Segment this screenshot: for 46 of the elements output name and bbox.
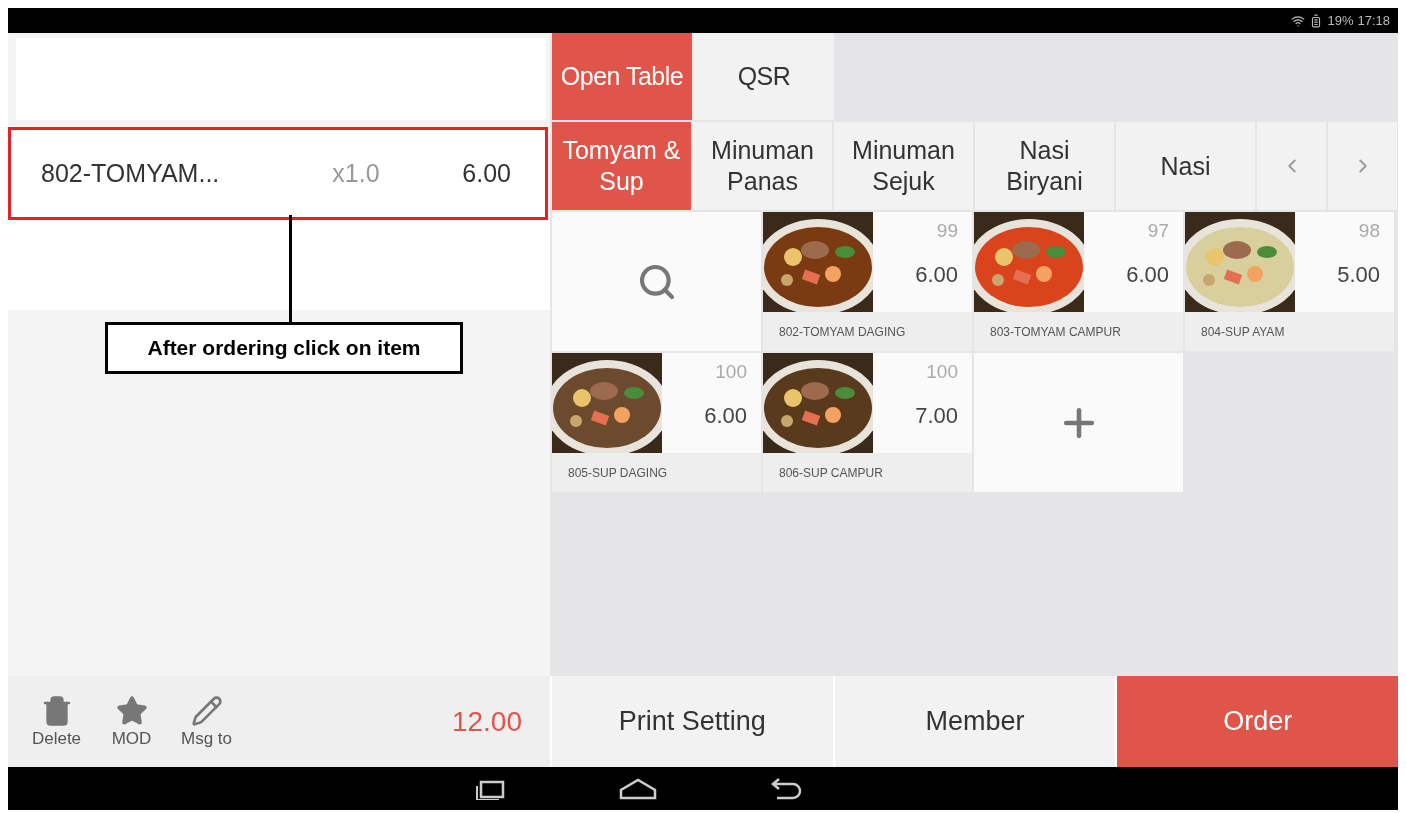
item-name: 802-TOMYAM DAGING: [763, 312, 972, 351]
menu-item-card[interactable]: 100 6.00 805-SUP DAGING: [552, 353, 761, 492]
order-item[interactable]: 802-TOMYAM... x1.0 6.00: [8, 127, 548, 220]
action-button[interactable]: MOD: [103, 694, 160, 749]
stock-count: 97: [1147, 220, 1169, 242]
menu-item-card[interactable]: 100 7.00 806-SUP CAMPUR: [763, 353, 972, 492]
order-total: 12.00: [451, 705, 522, 738]
action-button[interactable]: Order: [1117, 676, 1398, 767]
stock-count: 99: [936, 220, 958, 242]
category-tab[interactable]: Minuman Sejuk: [834, 122, 973, 210]
action-button[interactable]: Delete: [28, 694, 85, 749]
stock-count: 100: [926, 361, 958, 383]
callout-note: After ordering click on item: [105, 322, 463, 374]
action-button[interactable]: Msg to: [178, 694, 235, 749]
add-button[interactable]: [974, 353, 1183, 492]
mode-tab[interactable]: Open Table: [552, 33, 692, 120]
item-price: 6.00: [1126, 262, 1169, 288]
battery-level: 19%: [1327, 13, 1354, 28]
item-price: 7.00: [915, 403, 958, 429]
item-name: 805-SUP DAGING: [552, 453, 761, 492]
previous-button[interactable]: [1257, 122, 1326, 210]
category-tab[interactable]: Nasi Biryani: [975, 122, 1114, 210]
wifi-icon: [1291, 13, 1306, 28]
item-name: 803-TOMYAM CAMPUR: [974, 312, 1183, 351]
category-tab[interactable]: Tomyam & Sup: [552, 122, 691, 210]
clock: 17:18: [1357, 13, 1390, 28]
menu-item-card[interactable]: 98 5.00 804-SUP AYAM: [1185, 212, 1394, 351]
pencil-icon: [190, 694, 223, 727]
action-button[interactable]: Member: [834, 676, 1116, 767]
item-name: 804-SUP AYAM: [1185, 312, 1394, 351]
star-icon: [115, 694, 148, 727]
item-price: 6.00: [704, 403, 747, 429]
item-name: 806-SUP CAMPUR: [763, 453, 972, 492]
category-tab[interactable]: Minuman Panas: [693, 122, 832, 210]
item-price: 5.00: [1337, 262, 1380, 288]
action-button[interactable]: Print Setting: [552, 676, 833, 767]
item-price: 6.00: [915, 262, 958, 288]
home-icon[interactable]: [619, 777, 657, 800]
category-tab[interactable]: Nasi: [1116, 122, 1255, 210]
mode-tab[interactable]: QSR: [694, 33, 834, 120]
search-button[interactable]: [552, 212, 761, 351]
next-button[interactable]: [1328, 122, 1397, 210]
stock-count: 98: [1358, 220, 1380, 242]
menu-item-card[interactable]: 97 6.00 803-TOMYAM CAMPUR: [974, 212, 1183, 351]
menu-item-card[interactable]: 99 6.00 802-TOMYAM DAGING: [763, 212, 972, 351]
stock-count: 100: [715, 361, 747, 383]
